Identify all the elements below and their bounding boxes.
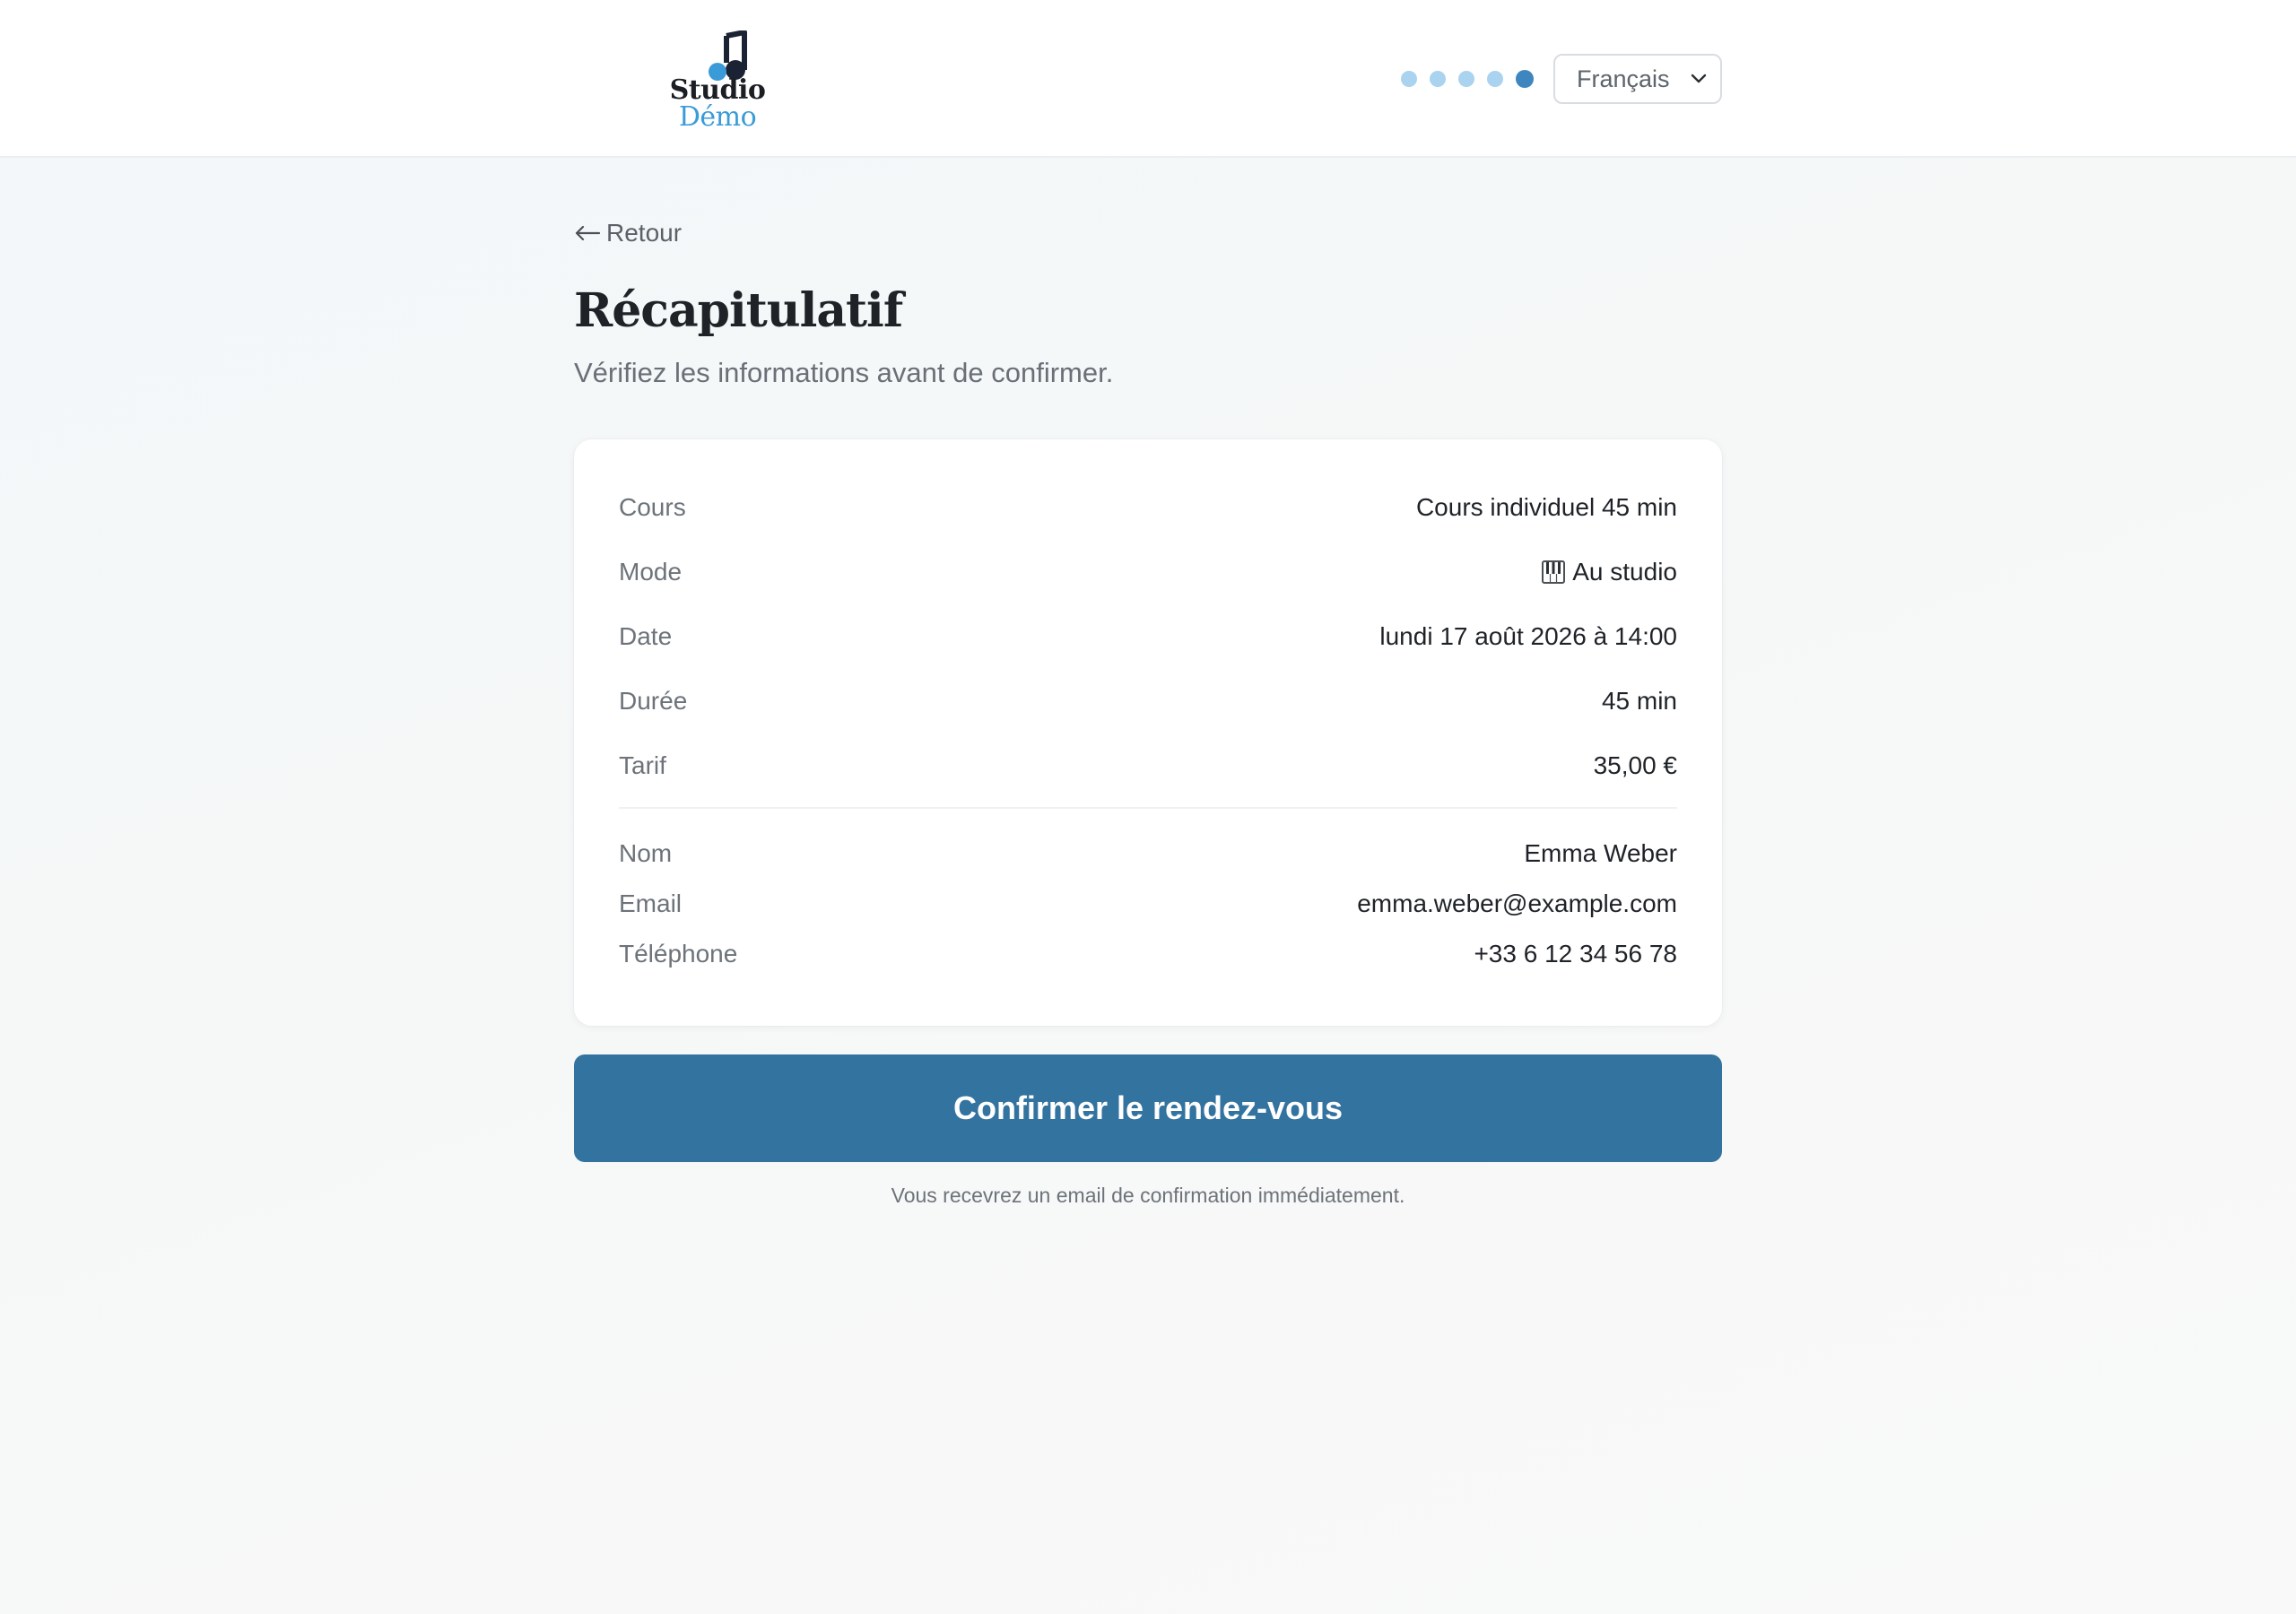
confirmation-note: Vous recevrez un email de confirmation i… <box>891 1184 1405 1207</box>
page-title: Récapitulatif <box>574 283 903 338</box>
back-link[interactable]: Retour <box>574 219 682 247</box>
step-dot-3 <box>1458 71 1474 87</box>
progress-steps <box>1401 68 1534 90</box>
step-dot-2 <box>1430 71 1446 87</box>
arrow-left-icon <box>575 225 601 241</box>
step-dot-1 <box>1401 71 1417 87</box>
row-label: Date <box>619 622 673 650</box>
row-label: Mode <box>619 558 683 586</box>
row-value-wrap: Au studio <box>1542 558 1677 586</box>
logo-text: Studio Démo <box>664 77 771 131</box>
row-value: Au studio <box>1572 558 1677 586</box>
row-label: Tarif <box>619 751 666 779</box>
row-label: Téléphone <box>619 940 738 968</box>
row-label: Email <box>619 889 683 917</box>
top-header: Studio Démo Français <box>0 0 2296 158</box>
row-value: emma.weber@example.com <box>1357 889 1677 917</box>
summary-row-name: Nom Emma Weber <box>619 836 1677 872</box>
back-link-label: Retour <box>606 219 683 247</box>
summary-row-price: Tarif 35,00 € <box>619 748 1677 784</box>
row-value: 35,00 € <box>1593 751 1677 779</box>
row-label: Nom <box>619 839 673 867</box>
piano-icon <box>1542 560 1566 584</box>
language-selected-value: Français <box>1577 65 1670 92</box>
logo-demo-text: Démo <box>678 101 757 133</box>
summary-row-course: Cours Cours individuel 45 min <box>619 490 1677 525</box>
row-value: Cours individuel 45 min <box>1415 493 1677 521</box>
row-value: Emma Weber <box>1524 839 1677 867</box>
step-dot-5-active <box>1516 70 1534 88</box>
summary-row-mode: Mode Au studio <box>619 554 1677 590</box>
summary-divider <box>619 807 1677 809</box>
studio-logo[interactable]: Studio Démo <box>664 27 771 134</box>
row-label: Durée <box>619 687 688 715</box>
row-value: +33 6 12 34 56 78 <box>1474 940 1677 968</box>
row-label: Cours <box>619 493 686 521</box>
page-subtitle: Vérifiez les informations avant de confi… <box>574 357 1114 388</box>
row-value: 45 min <box>1601 687 1677 715</box>
summary-row-duration: Durée 45 min <box>619 683 1677 719</box>
summary-row-date: Date lundi 17 août 2026 à 14:00 <box>619 619 1677 655</box>
summary-card: Cours Cours individuel 45 min Mode Au st… <box>574 439 1722 1026</box>
step-dot-4 <box>1487 71 1503 87</box>
language-select[interactable]: Français <box>1553 54 1722 104</box>
summary-row-phone: Téléphone +33 6 12 34 56 78 <box>619 936 1677 972</box>
confirm-appointment-button[interactable]: Confirmer le rendez-vous <box>574 1054 1722 1162</box>
summary-row-email: Email emma.weber@example.com <box>619 886 1677 922</box>
logo-studio-text: Studio <box>669 74 766 106</box>
row-value: lundi 17 août 2026 à 14:00 <box>1379 622 1677 650</box>
chevron-down-icon <box>1691 74 1707 83</box>
